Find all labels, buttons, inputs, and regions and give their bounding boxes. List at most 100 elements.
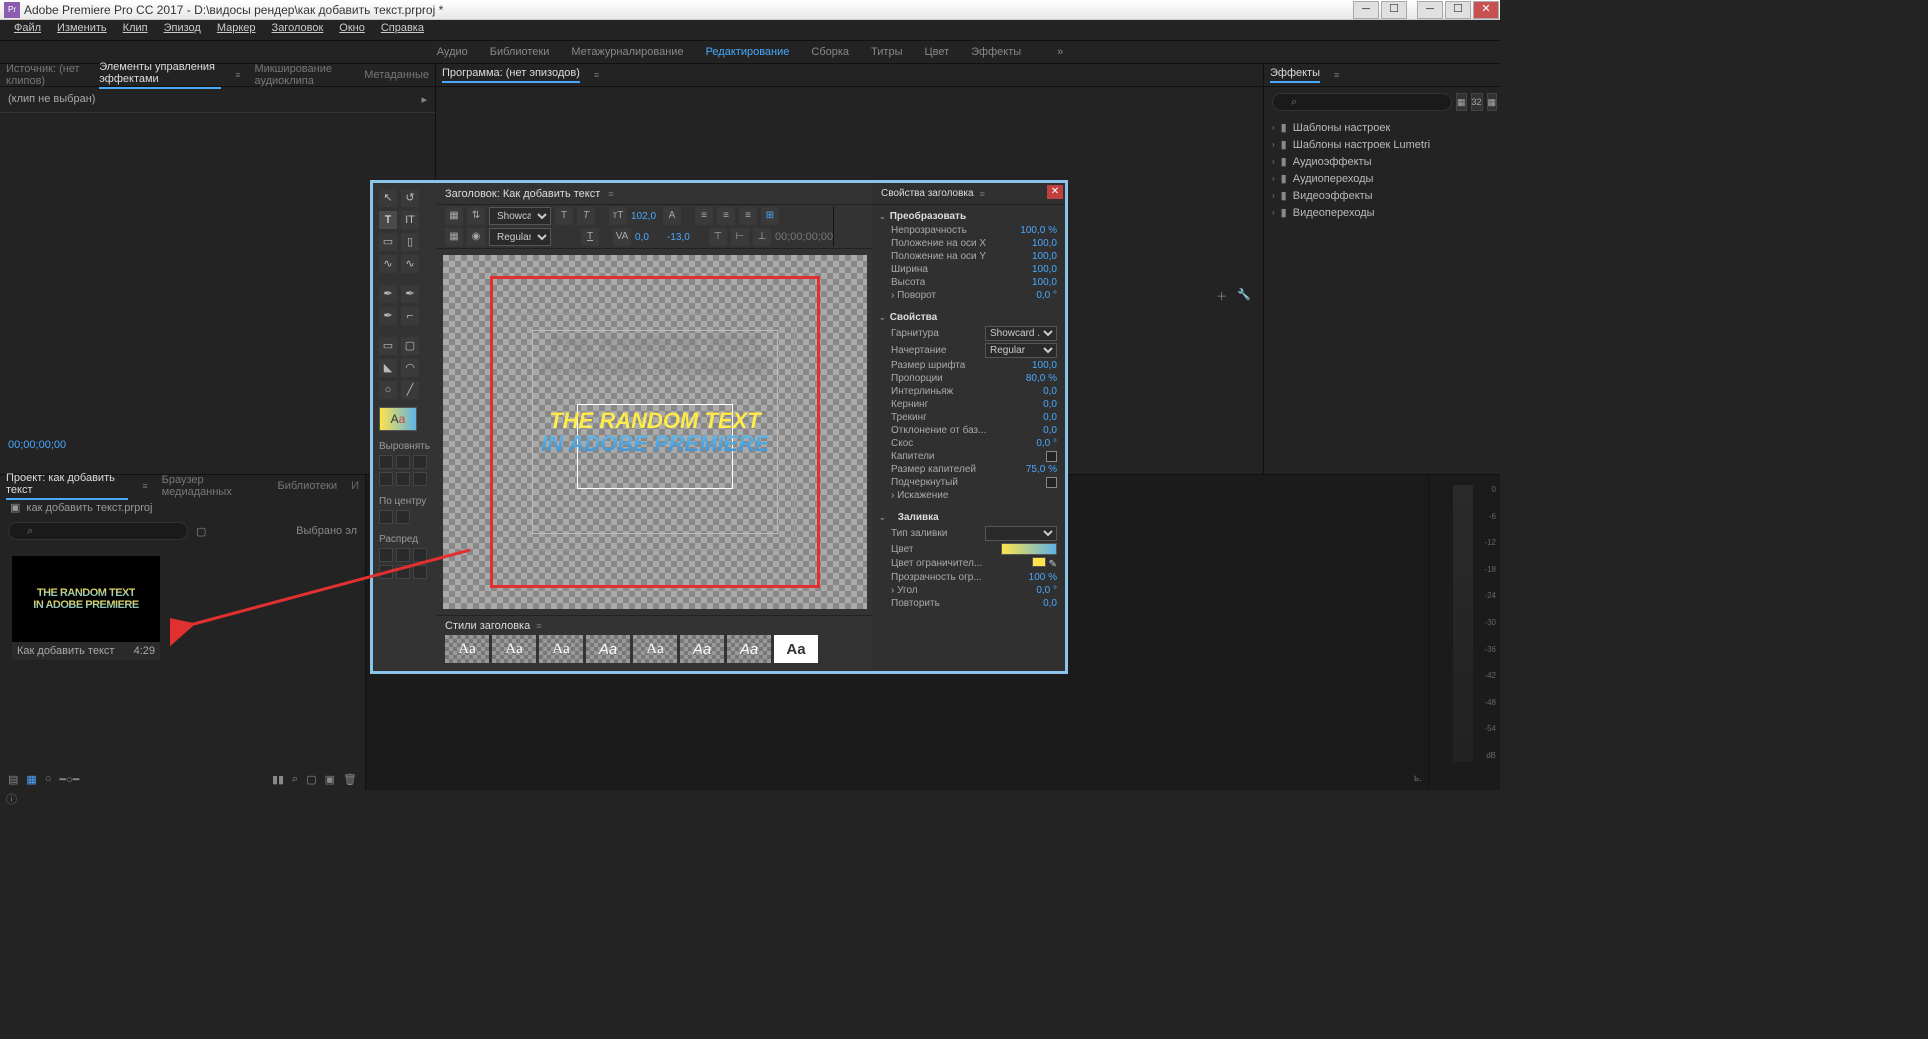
opacity-value[interactable]: 100,0 %	[1020, 225, 1057, 236]
eyedropper-icon[interactable]: ✎	[1049, 559, 1057, 570]
window-maximize-inner[interactable]: ☐	[1381, 1, 1407, 19]
templates-icon[interactable]: ▦	[445, 228, 463, 246]
distribute-btn[interactable]	[379, 565, 393, 579]
align-center-icon[interactable]: ≡	[717, 207, 735, 225]
add-marker-icon[interactable]: ＋	[1216, 288, 1227, 304]
selection-tool-icon[interactable]: ↖	[379, 189, 397, 207]
center-btn[interactable]	[396, 510, 410, 524]
title-text-object[interactable]: THE RANDOM TEXT IN ADOBE PREMIERE	[541, 409, 769, 455]
new-bin-icon[interactable]: ▢	[306, 773, 316, 786]
aspect-value[interactable]: 80,0 %	[1026, 373, 1057, 384]
tab-project[interactable]: Проект: как добавить текст	[6, 472, 128, 500]
style-preset[interactable]: Aa	[586, 635, 630, 663]
workspace-libraries[interactable]: Библиотеки	[490, 46, 550, 58]
prop-font-style[interactable]: Regular	[985, 343, 1057, 358]
arc-tool-icon[interactable]: ◠	[401, 359, 419, 377]
underline-checkbox[interactable]	[1046, 477, 1057, 488]
project-search-input[interactable]	[8, 522, 188, 540]
list-view-icon[interactable]: ▤	[8, 773, 18, 786]
width-value[interactable]: 100,0	[1032, 264, 1057, 275]
window-minimize[interactable]: ─	[1417, 1, 1443, 19]
strokeop-value[interactable]: 100 %	[1029, 572, 1057, 583]
smallcapssize-value[interactable]: 75,0 %	[1026, 464, 1057, 475]
menu-sequence[interactable]: Эпизод	[156, 20, 209, 40]
fx-folder-presets[interactable]: ›▮Шаблоны настроек	[1264, 119, 1500, 136]
area-type-tool-icon[interactable]: ▭	[379, 233, 397, 251]
fill-type-select[interactable]	[985, 526, 1057, 541]
workspace-color[interactable]: Цвет	[924, 46, 949, 58]
center-btn[interactable]	[379, 510, 393, 524]
style-preset[interactable]: Aa	[445, 635, 489, 663]
zoom-slider[interactable]: ━○━	[59, 773, 79, 786]
delete-anchor-tool-icon[interactable]: ✒	[379, 307, 397, 325]
distribute-btn[interactable]	[379, 548, 393, 562]
settings-icon[interactable]: 🔧	[1237, 288, 1251, 304]
styles-menu-icon[interactable]: ≡	[536, 621, 541, 631]
fx-folder-videotrans[interactable]: ›▮Видеопереходы	[1264, 204, 1500, 221]
effects-filter-1-icon[interactable]: ▦	[1456, 93, 1467, 111]
distribute-btn[interactable]	[396, 548, 410, 562]
menu-marker[interactable]: Маркер	[209, 20, 264, 40]
pkerning-value[interactable]: 0,0	[1043, 399, 1057, 410]
leading-value[interactable]: 0,0	[1043, 386, 1057, 397]
type-tool-icon[interactable]: T	[379, 211, 397, 229]
fx-folder-lumetri[interactable]: ›▮Шаблоны настроек Lumetri	[1264, 136, 1500, 153]
baseline-value[interactable]: 0,0	[1043, 425, 1057, 436]
tracking-value[interactable]: -13,0	[667, 232, 695, 243]
effects-filter-3-icon[interactable]: ▦	[1487, 93, 1498, 111]
distribute-btn[interactable]	[413, 548, 427, 562]
bin-icon[interactable]: ▢	[196, 525, 206, 538]
align-middle-icon[interactable]: ⊢	[731, 228, 749, 246]
effects-filter-2-icon[interactable]: 32	[1471, 93, 1483, 111]
expand-icon[interactable]: ▸	[421, 93, 427, 106]
titler-close-button[interactable]: ✕	[1047, 185, 1063, 199]
underline-icon[interactable]: T	[581, 228, 599, 246]
menu-help[interactable]: Справка	[373, 20, 432, 40]
tab-effects[interactable]: Эффекты	[1270, 67, 1320, 83]
prop-font-family[interactable]: Showcard ...	[985, 326, 1057, 341]
tab-stops-icon[interactable]: ⊞	[761, 207, 779, 225]
stroke-color-swatch[interactable]	[1032, 557, 1046, 567]
workspace-overflow-icon[interactable]: »	[1057, 46, 1063, 58]
ptracking-value[interactable]: 0,0	[1043, 412, 1057, 423]
style-preset[interactable]: Aa	[774, 635, 818, 663]
workspace-titles[interactable]: Титры	[871, 46, 902, 58]
tab-overflow[interactable]: И	[351, 480, 359, 492]
font-size-value[interactable]: 102,0	[631, 211, 659, 222]
align-btn[interactable]	[413, 455, 427, 469]
vertical-type-tool-icon[interactable]: IT	[401, 211, 419, 229]
posy-value[interactable]: 100,0	[1032, 251, 1057, 262]
align-btn[interactable]	[379, 455, 393, 469]
angle-value[interactable]: 0,0 °	[1036, 585, 1057, 596]
icon-view-icon[interactable]: ▦	[26, 773, 36, 786]
convert-anchor-tool-icon[interactable]: ⌐	[401, 307, 419, 325]
titler-canvas[interactable]: THE RANDOM TEXT IN ADOBE PREMIERE THE RA…	[443, 255, 867, 609]
ellipse-tool-icon[interactable]: ○	[379, 381, 397, 399]
effects-search-input[interactable]	[1272, 93, 1452, 111]
tab-libraries[interactable]: Библиотеки	[277, 480, 337, 492]
fx-folder-audiofx[interactable]: ›▮Аудиоэффекты	[1264, 153, 1500, 170]
project-menu-icon[interactable]: ≡	[142, 481, 147, 491]
rectangle-tool-icon[interactable]: ▭	[379, 337, 397, 355]
project-clip-thumbnail[interactable]: THE RANDOM TEXT IN ADOBE PREMIERE Как до…	[12, 556, 160, 660]
props-menu-icon[interactable]: ≡	[980, 189, 985, 199]
pen-tool-icon[interactable]: ✒	[379, 285, 397, 303]
workspace-audio[interactable]: Аудио	[437, 46, 468, 58]
menu-title[interactable]: Заголовок	[264, 20, 332, 40]
workspace-assembly[interactable]: Сборка	[811, 46, 849, 58]
show-video-icon[interactable]: ◉	[467, 228, 485, 246]
freeform-view-icon[interactable]: ○	[45, 773, 52, 785]
program-menu-icon[interactable]: ≡	[594, 70, 599, 80]
source-timecode[interactable]: 00;00;00;00	[0, 433, 74, 457]
vertical-area-type-tool-icon[interactable]: ▯	[401, 233, 419, 251]
workspace-editing[interactable]: Редактирование	[706, 46, 790, 58]
wedge-tool-icon[interactable]: ◣	[379, 359, 397, 377]
style-preset[interactable]: Aa	[492, 635, 536, 663]
new-title-icon[interactable]: ▦	[445, 207, 463, 225]
font-family-select[interactable]: Showca...	[489, 207, 551, 225]
slant-value[interactable]: 0,0 °	[1036, 438, 1057, 449]
bold-icon[interactable]: T	[555, 207, 573, 225]
tab-media-browser[interactable]: Браузер медиаданных	[162, 474, 264, 498]
distribute-btn[interactable]	[396, 565, 410, 579]
path-type-tool-icon[interactable]: ∿	[379, 255, 397, 273]
